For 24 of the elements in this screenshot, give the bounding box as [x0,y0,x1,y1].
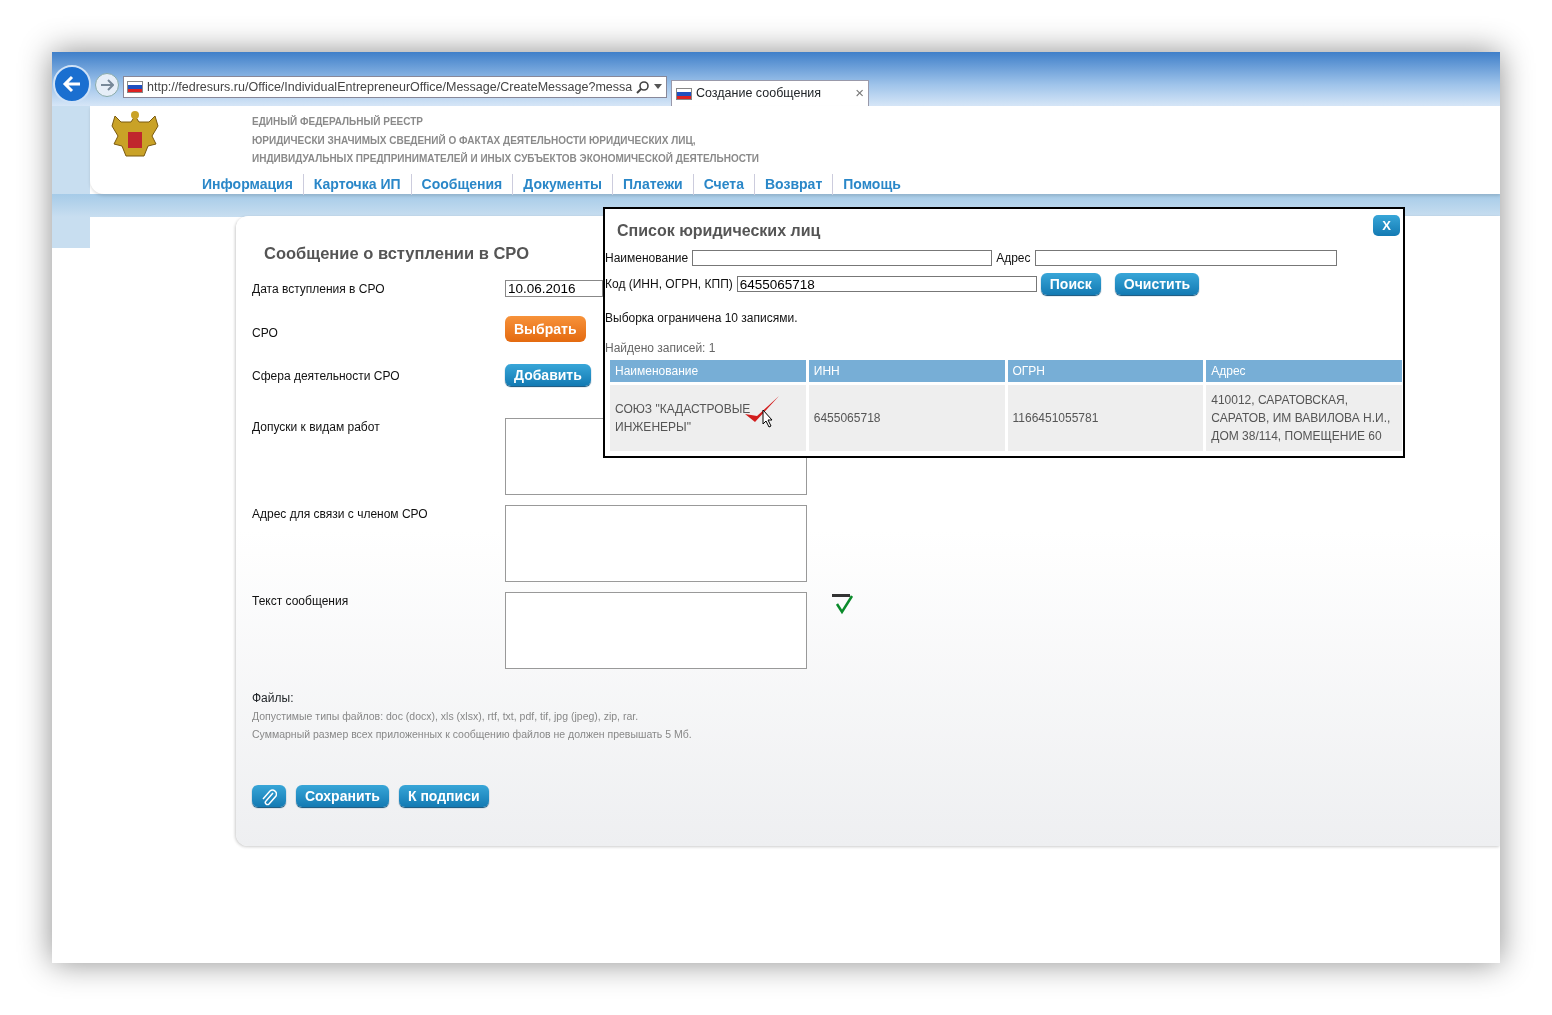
column-header: ИНН [808,360,1005,382]
field-label: Текст сообщения [252,593,350,610]
field-label: Наименование [605,250,689,267]
field-label: Сфера деятельности СРО [252,368,401,385]
field-label: Адрес для связи с членом СРО [252,506,429,523]
files-label: Файлы: [252,690,295,707]
column-header: Наименование [610,360,806,382]
found-count: Найдено записей: 1 [605,340,717,357]
field-label: Допуски к видам работ [252,419,381,436]
registry-title: ЕДИНЫЙ ФЕДЕРАЛЬНЫЙ РЕЕСТР [252,114,425,129]
column-header: ОГРН [1007,360,1204,382]
dialog-title: Список юридических лиц [617,221,821,241]
form-title: Сообщение о вступлении в СРО [264,243,529,264]
field-label: СРО [252,325,279,342]
registry-title: ЮРИДИЧЕСКИ ЗНАЧИМЫХ СВЕДЕНИЙ О ФАКТАХ ДЕЯТЕЛЬНОСТИ ЮРИДИЧЕСКИХ ЛИЦ, [252,133,697,148]
files-note: Суммарный размер всех приложенных к сообщению файлов не должен превышать 5 Мб. [252,727,693,742]
files-note: Допустимые типы файлов: doc (docx), xls (xlsx), rtf, txt, pdf, tif, jpg (jpeg), zip, rar. [252,709,640,724]
field-label: Код (ИНН, ОГРН, КПП) [605,276,733,293]
limit-note: Выборка ограничена 10 записями. [605,310,799,327]
registry-title: ИНДИВИДУАЛЬНЫХ ПРЕДПРИНИМАТЕЛЕЙ И ИНЫХ СУБЪЕКТОВ ЭКОНОМИЧЕСКОЙ ДЕЯТЕЛЬНОСТИ [252,151,761,166]
field-label: Дата вступления в СРО [252,281,386,298]
column-header: Адрес [1206,360,1402,382]
tab-title: Создание сообщения [696,85,823,103]
field-label: Адрес [996,250,1031,267]
